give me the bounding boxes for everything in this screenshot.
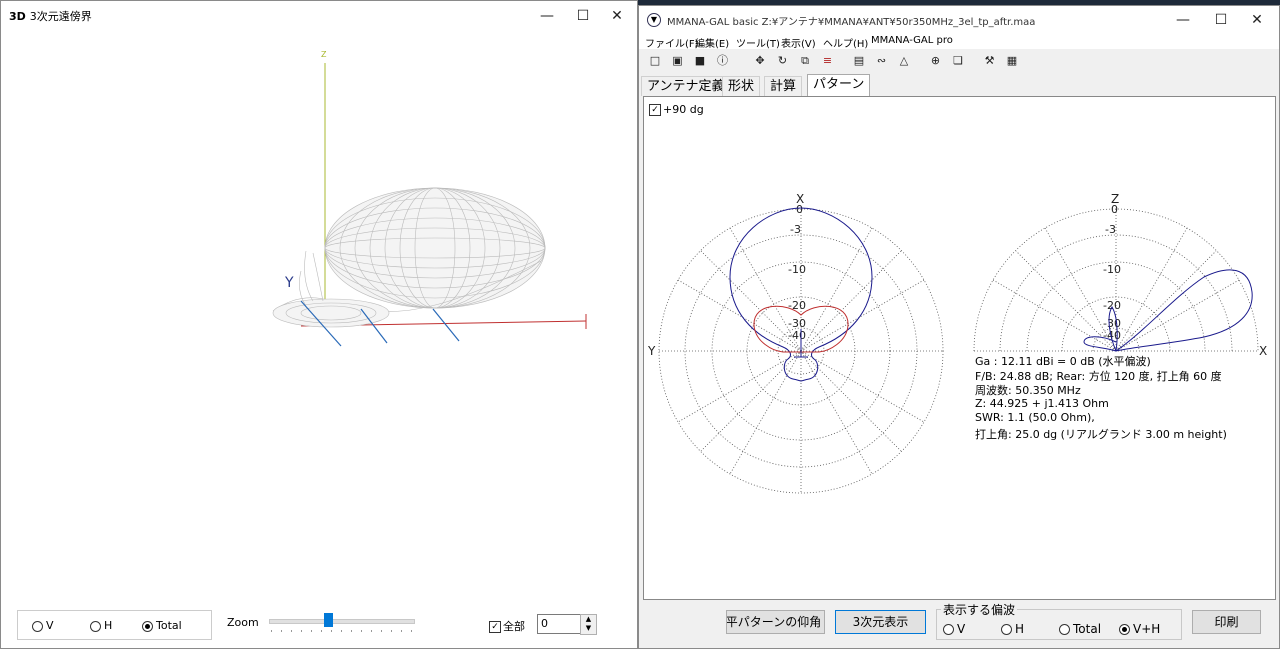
info-frequency: 周波数: 50.350 MHz xyxy=(975,384,1081,397)
toolbar: □ ▣ ■ ⓘ ✥ ↻ ⧉ ≡ ▤ ∾ △ ⊕ ❏ ⚒ ▦ xyxy=(647,52,1023,70)
pol-v[interactable]: V xyxy=(943,622,965,636)
zoom-slider-ticks xyxy=(271,630,413,632)
zoom-label: Zoom xyxy=(227,616,259,629)
info-swr: SWR: 1.1 (50.0 Ohm), xyxy=(975,411,1095,424)
save-icon[interactable]: ■ xyxy=(692,53,708,69)
move-icon[interactable]: ✥ xyxy=(752,53,768,69)
new-file-icon[interactable]: □ xyxy=(647,53,663,69)
pol-vh-radio[interactable] xyxy=(1119,624,1130,635)
spin-input[interactable]: 0 xyxy=(537,614,581,634)
3d-pol-total[interactable]: Total xyxy=(142,619,182,632)
pattern-panel: ✓ +90 dg X Y 0 -3 -10 -20 -30 -40 Z X 0 … xyxy=(643,96,1276,600)
mmana-maximize-icon[interactable]: ☐ xyxy=(1203,6,1239,34)
copy-icon[interactable]: ⧉ xyxy=(797,53,813,69)
z-axis-label: Z xyxy=(321,50,327,59)
v-ring-20: -20 xyxy=(1103,299,1121,312)
pol-v-radio[interactable] xyxy=(943,624,954,635)
menu-pro[interactable]: MMANA-GAL pro xyxy=(871,35,953,46)
far-field-3d-titlebar[interactable]: 3D 3次元遠傍界 — ☐ ✕ xyxy=(1,1,637,31)
menu-help[interactable]: ヘルプ(H) xyxy=(823,35,868,50)
info-gain: Ga : 12.11 dBi = 0 dB (水平偏波) xyxy=(975,355,1151,368)
horizontal-plot-label-left: Y xyxy=(647,344,656,358)
vertical-plot-ring-labels: 0 -3 -10 -20 -30 -40 xyxy=(1103,203,1121,342)
triangle-icon[interactable]: △ xyxy=(896,53,912,69)
spin-buttons[interactable]: ▲ ▼ xyxy=(580,614,597,635)
pol-total[interactable]: Total xyxy=(1059,622,1101,636)
pol-h-radio[interactable] xyxy=(1001,624,1012,635)
list-icon[interactable]: ≡ xyxy=(820,53,836,69)
3d-pattern-view[interactable]: Z Y xyxy=(1,31,637,606)
v-ring-0: 0 xyxy=(1111,203,1118,216)
h-ring-3: -3 xyxy=(790,223,801,236)
zoom-slider-track xyxy=(269,619,415,624)
y-axis-label: Y xyxy=(284,275,294,291)
pol-vh[interactable]: V+H xyxy=(1119,622,1160,636)
v-ring-10: -10 xyxy=(1103,263,1121,276)
info-icon[interactable]: ⓘ xyxy=(715,52,731,68)
menu-edit[interactable]: 編集(E) xyxy=(695,35,729,50)
3d-pol-h[interactable]: H xyxy=(90,619,112,632)
mmana-minimize-icon[interactable]: — xyxy=(1165,6,1201,34)
pattern-plots: X Y 0 -3 -10 -20 -3 0 -40 Z X 0 -3 -10 -2… xyxy=(647,192,1267,494)
tools-icon[interactable]: ⚒ xyxy=(982,53,998,69)
3d-pol-v-radio[interactable] xyxy=(32,620,43,632)
mmana-title: MMANA-GAL basic Z:¥アンテナ¥MMANA¥ANT¥50r350… xyxy=(667,16,1036,28)
calculator-icon[interactable]: ▦ xyxy=(1004,53,1020,69)
horizontal-elevation-button[interactable]: 水平パターンの仰角 xyxy=(726,610,825,634)
mmana-app-icon: ▼ xyxy=(647,13,661,27)
pol-h[interactable]: H xyxy=(1001,622,1024,636)
horizontal-plot-ring-labels: 0 -3 -10 -20 -30 -40 xyxy=(788,203,806,342)
graph-icon[interactable]: ∾ xyxy=(874,53,890,69)
pattern-info: Ga : 12.11 dBi = 0 dB (水平偏波) F/B: 24.88 … xyxy=(975,353,1227,441)
info-fb: F/B: 24.88 dB; Rear: 方位 120 度, 打上角 60 度 xyxy=(975,369,1222,383)
h-ring-40: -40 xyxy=(788,329,806,342)
h-ring-0: 0 xyxy=(796,203,803,216)
rotate-icon[interactable]: ↻ xyxy=(775,53,791,69)
v-ring-3: -3 xyxy=(1105,223,1116,236)
3d-app-icon: 3D xyxy=(9,9,26,23)
info-elevation: 打上角: 25.0 dg (リアルグランド 3.00 m height) xyxy=(975,427,1227,441)
far-field-3d-title: 3次元遠傍界 xyxy=(29,10,92,23)
3d-radiation-lobe xyxy=(272,187,546,328)
h-ring-20: -20 xyxy=(788,299,806,312)
menu-file[interactable]: ファイル(F) xyxy=(645,35,699,50)
spin-up-icon[interactable]: ▲ xyxy=(581,615,596,624)
maximize-icon[interactable]: ☐ xyxy=(565,1,601,31)
3d-polarization-group: V H Total xyxy=(17,610,212,640)
zoom-slider-thumb[interactable] xyxy=(324,613,333,627)
polarization-group-label: 表示する偏波 xyxy=(941,601,1018,618)
menu-view[interactable]: 表示(V) xyxy=(781,35,816,50)
far-field-3d-window: 3D 3次元遠傍界 — ☐ ✕ Z Y V H Total Zoom ✓ 全部 … xyxy=(0,0,638,649)
3d-pol-v[interactable]: V xyxy=(32,619,54,632)
menu-bar: ファイル(F) 編集(E) ツール(T) 表示(V) ヘルプ(H) MMANA-… xyxy=(639,34,1279,50)
minimize-icon[interactable]: — xyxy=(529,1,565,31)
open-folder-icon[interactable]: ▣ xyxy=(670,53,686,69)
antenna-element-3 xyxy=(432,308,460,342)
menu-tools[interactable]: ツール(T) xyxy=(736,35,780,50)
crosshair-icon[interactable]: ⊕ xyxy=(928,53,944,69)
mmana-titlebar[interactable]: ▼ MMANA-GAL basic Z:¥アンテナ¥MMANA¥ANT¥50r3… xyxy=(639,6,1279,34)
3d-pol-total-radio[interactable] xyxy=(142,620,153,632)
mmana-main-window: ▼ MMANA-GAL basic Z:¥アンテナ¥MMANA¥ANT¥50r3… xyxy=(638,5,1280,649)
tab-calculate[interactable]: 計算 xyxy=(764,76,803,96)
all-checkbox[interactable]: ✓ 全部 xyxy=(489,618,525,634)
polarization-group: 表示する偏波 V H Total V+H xyxy=(936,601,1182,640)
tab-geometry[interactable]: 形状 xyxy=(722,76,761,96)
pol-total-radio[interactable] xyxy=(1059,624,1070,635)
3d-view-button[interactable]: 3次元表示 xyxy=(835,610,926,634)
all-checkbox-box[interactable]: ✓ xyxy=(489,621,501,633)
spin-down-icon[interactable]: ▼ xyxy=(581,624,596,633)
zoom-slider[interactable] xyxy=(269,613,415,635)
h-ring-10: -10 xyxy=(788,263,806,276)
vertical-plot-label-right: X xyxy=(1259,344,1267,358)
tab-pattern[interactable]: パターン xyxy=(807,74,871,97)
tab-antenna-definition[interactable]: アンテナ定義 xyxy=(641,76,731,96)
close-icon[interactable]: ✕ xyxy=(599,1,635,31)
3d-pol-h-radio[interactable] xyxy=(90,620,101,632)
window-icon[interactable]: ❏ xyxy=(950,53,966,69)
mmana-close-icon[interactable]: ✕ xyxy=(1239,6,1275,34)
info-impedance: Z: 44.925 + j1.413 Ohm xyxy=(975,396,1109,410)
print-button[interactable]: 印刷 xyxy=(1192,610,1261,634)
document-icon[interactable]: ▤ xyxy=(851,53,867,69)
